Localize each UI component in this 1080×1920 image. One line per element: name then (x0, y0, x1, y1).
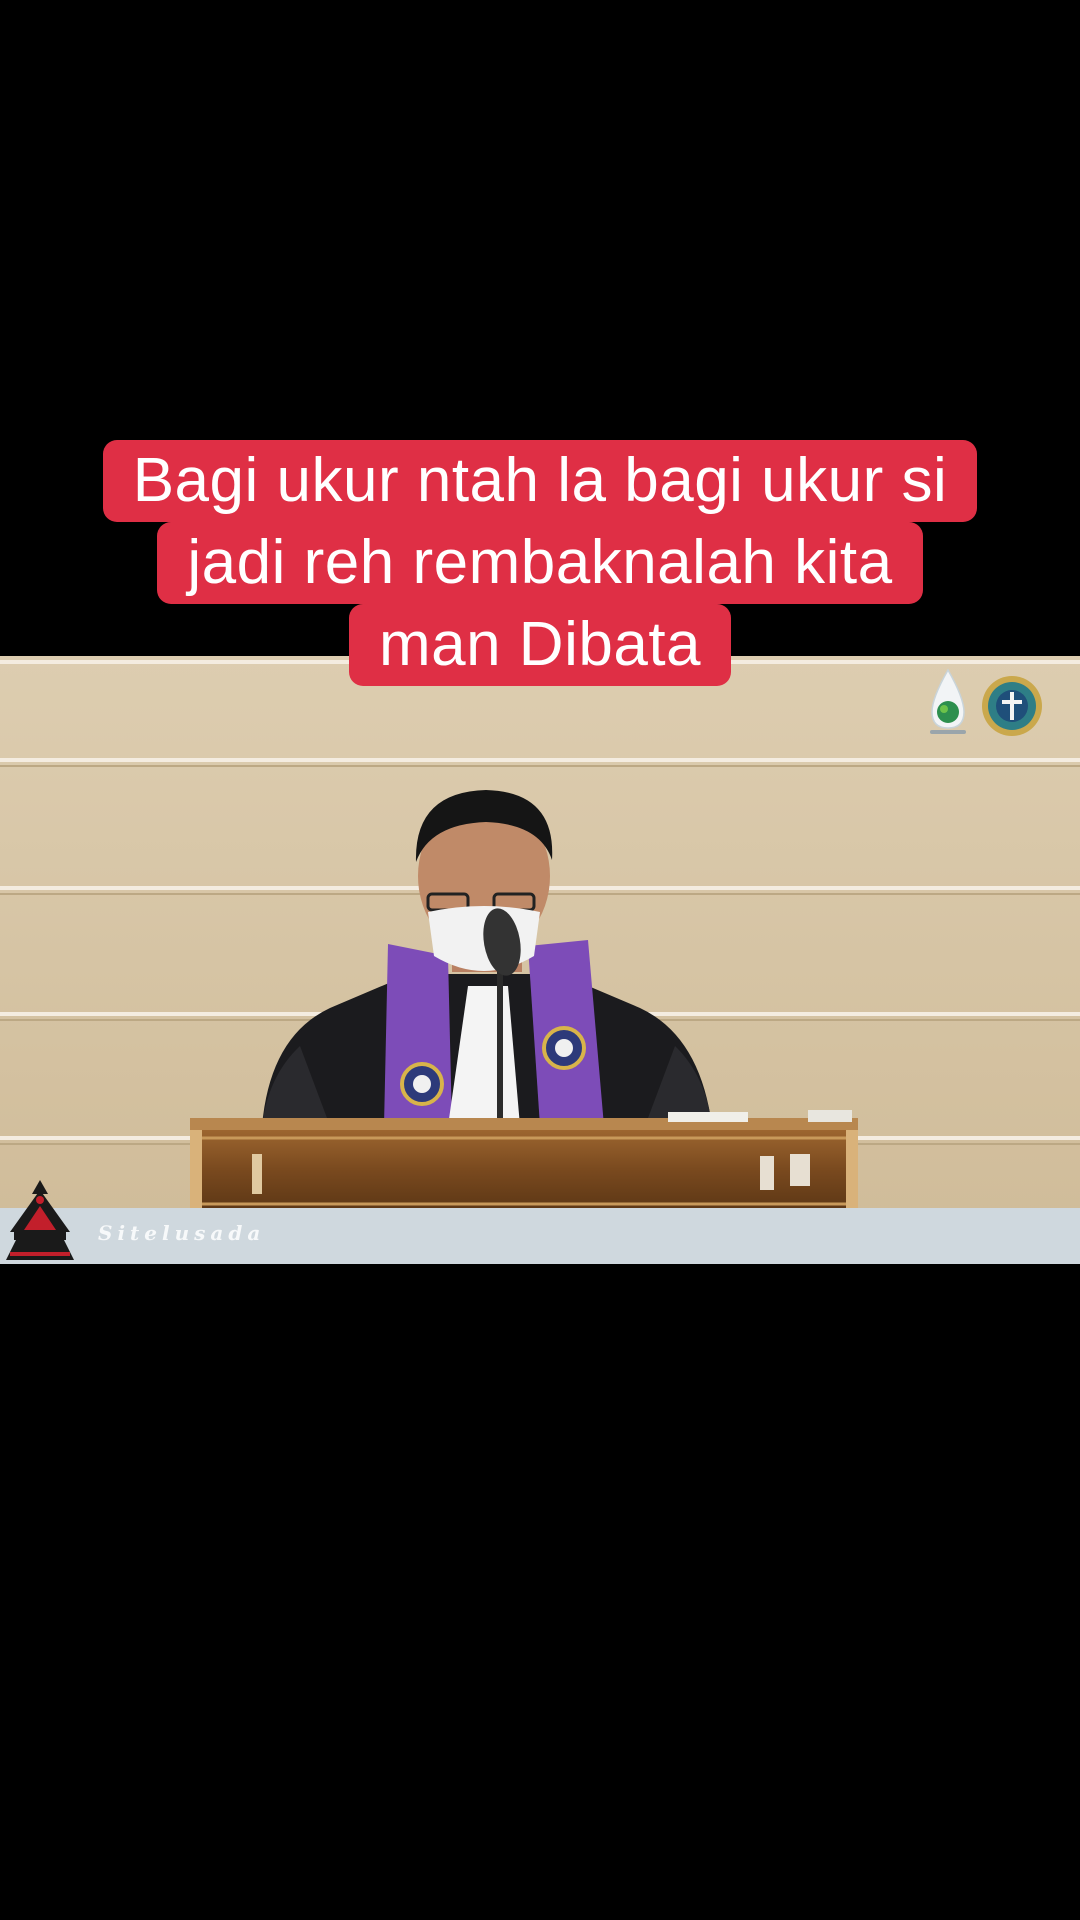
karo-house-logo (6, 1180, 74, 1260)
caption-line-1: Bagi ukur ntah la bagi ukur si (102, 440, 978, 522)
video-frame[interactable] (0, 656, 1080, 1264)
video-screen[interactable]: Sitelusada Bagi ukur ntah la bagi ukur s… (0, 0, 1080, 1920)
caption-line-3: man Dibata (348, 604, 732, 686)
sermon-scene (0, 656, 1080, 1264)
caption-block: Bagi ukur ntah la bagi ukur si jadi reh … (0, 440, 1080, 686)
lower-bar-watermark-text: Sitelusada (98, 1221, 266, 1245)
caption-line-2: jadi reh rembaknalah kita (157, 522, 923, 604)
